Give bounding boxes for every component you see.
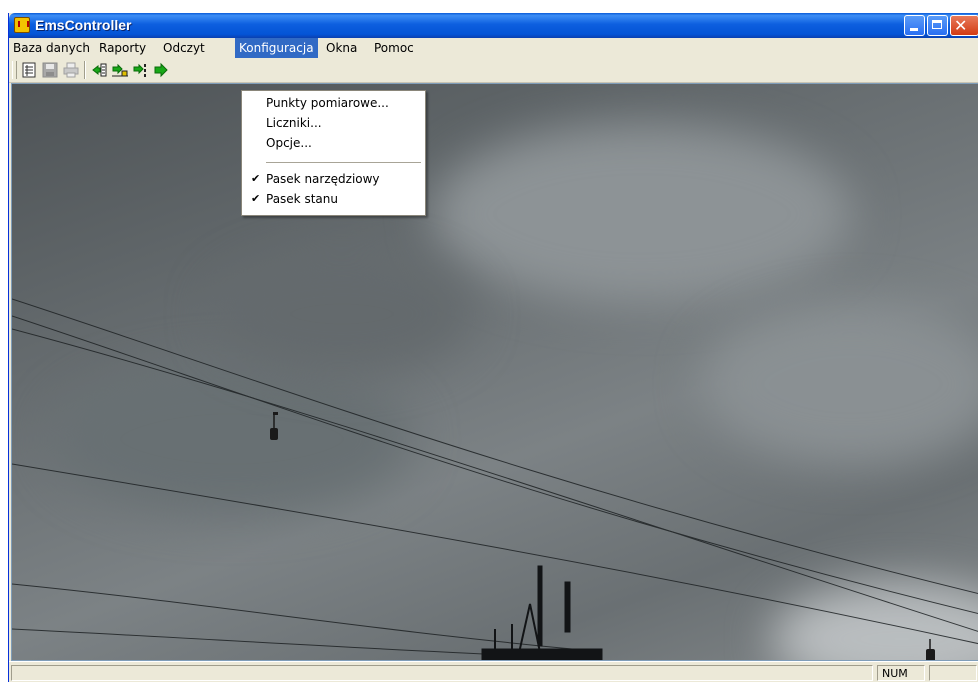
print-icon[interactable] bbox=[63, 62, 79, 78]
menu-item-punkty-pomiarowe[interactable]: Punkty pomiarowe... bbox=[244, 93, 423, 113]
menu-pomoc[interactable]: Pomoc bbox=[370, 38, 418, 58]
app-icon[interactable] bbox=[14, 17, 30, 33]
close-icon: ✕ bbox=[954, 16, 968, 35]
document-icon[interactable] bbox=[21, 62, 37, 78]
next-icon[interactable] bbox=[154, 62, 170, 78]
title-bar[interactable]: EmsController ✕ bbox=[9, 13, 978, 38]
menu-item-label: Liczniki... bbox=[266, 116, 322, 130]
menu-item-label: Opcje... bbox=[266, 136, 312, 150]
menu-separator bbox=[266, 162, 421, 163]
close-button[interactable]: ✕ bbox=[950, 15, 978, 36]
pylon-silhouette bbox=[481, 565, 603, 660]
konfiguracja-dropdown-menu: Punkty pomiarowe... Liczniki... Opcje...… bbox=[241, 90, 426, 216]
maximize-button[interactable] bbox=[927, 15, 948, 36]
menu-konfiguracja[interactable]: Konfiguracja bbox=[235, 38, 318, 58]
maximize-icon bbox=[932, 20, 942, 29]
menu-item-pasek-narzedziowy[interactable]: ✔ Pasek narzędziowy bbox=[244, 169, 423, 189]
window-title: EmsController bbox=[35, 17, 132, 33]
status-bar: NUM bbox=[9, 661, 978, 682]
toolbar-grip[interactable] bbox=[12, 61, 17, 79]
toolbar bbox=[9, 58, 978, 83]
menu-item-label: Pasek narzędziowy bbox=[266, 172, 380, 186]
menu-odczyt[interactable]: Odczyt bbox=[159, 38, 209, 58]
status-pane-empty bbox=[929, 665, 977, 681]
cable-car-photo bbox=[12, 298, 978, 660]
menu-raporty[interactable]: Raporty bbox=[95, 38, 150, 58]
menu-item-label: Punkty pomiarowe... bbox=[266, 96, 389, 110]
workspace-background bbox=[11, 83, 978, 661]
menu-okna[interactable]: Okna bbox=[322, 38, 361, 58]
check-icon: ✔ bbox=[251, 192, 261, 205]
sync-icon[interactable] bbox=[133, 62, 149, 78]
transfer-icon[interactable] bbox=[112, 62, 128, 78]
menu-item-label: Pasek stanu bbox=[266, 192, 338, 206]
status-message-pane bbox=[11, 665, 873, 681]
menu-item-liczniki[interactable]: Liczniki... bbox=[244, 113, 423, 133]
app-window: EmsController ✕ Baza danych Raporty Odcz… bbox=[8, 13, 978, 682]
menu-item-opcje[interactable]: Opcje... bbox=[244, 133, 423, 153]
cable-car-gondola bbox=[270, 412, 278, 440]
num-lock-indicator: NUM bbox=[877, 665, 925, 681]
menu-bar: Baza danych Raporty Odczyt Konfiguracja … bbox=[9, 38, 978, 58]
menu-baza-danych[interactable]: Baza danych bbox=[9, 38, 94, 58]
menu-item-pasek-stanu[interactable]: ✔ Pasek stanu bbox=[244, 189, 423, 209]
cable-car-gondola bbox=[926, 639, 935, 660]
save-icon[interactable] bbox=[42, 62, 58, 78]
minimize-button[interactable] bbox=[904, 15, 925, 36]
import-icon[interactable] bbox=[91, 62, 107, 78]
toolbar-separator bbox=[84, 61, 86, 79]
minimize-icon bbox=[910, 28, 918, 31]
check-icon: ✔ bbox=[251, 172, 261, 185]
